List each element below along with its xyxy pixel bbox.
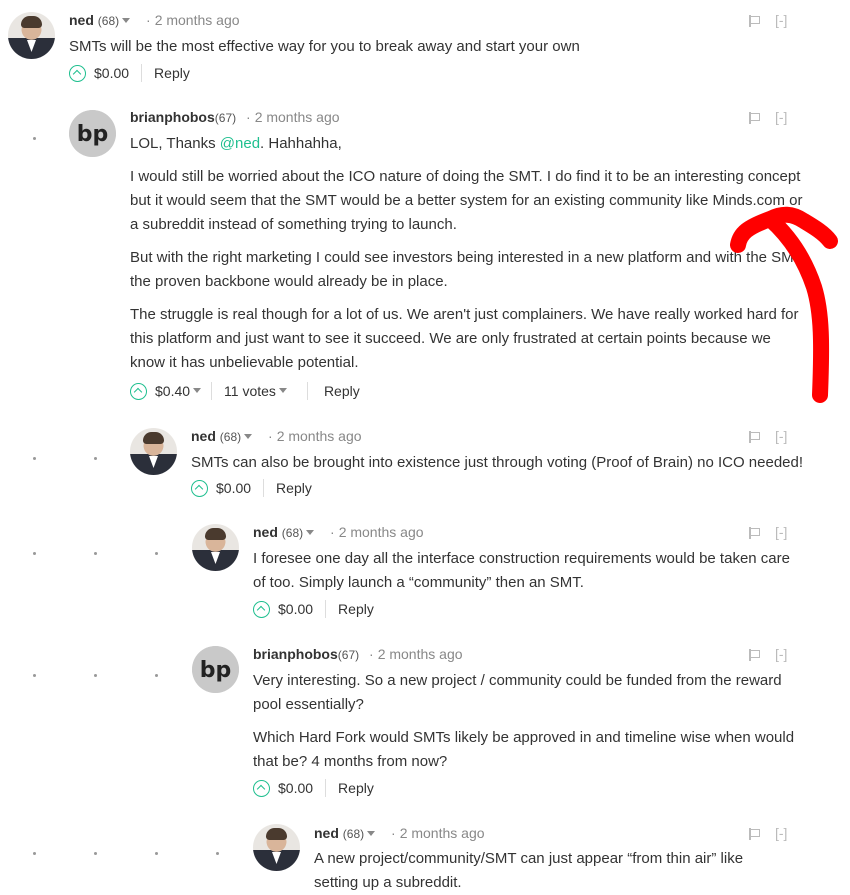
author-link[interactable]: ned [69,12,94,28]
timestamp[interactable]: 2 months ago [378,646,463,662]
author-link[interactable]: ned [191,428,216,444]
comment-paragraph: I would still be worried about the ICO n… [130,168,803,233]
upvote-icon[interactable] [130,382,147,400]
reply-link[interactable]: Reply [338,601,374,617]
comment-paragraph: Which Hard Fork would SMTs likely be app… [253,729,795,770]
reputation: (68) [97,14,120,28]
flag-icon[interactable] [749,828,760,841]
comment-paragraph: Very interesting. So a new project / com… [253,672,782,713]
comment-paragraph: The struggle is real though for a lot of… [130,306,799,371]
flag-icon[interactable] [749,431,760,444]
timestamp[interactable]: 2 months ago [255,109,340,125]
upvote-icon[interactable] [253,779,270,797]
flag-icon[interactable] [749,112,760,125]
reputation: (67) [337,648,360,662]
caret-down-icon[interactable] [193,387,202,393]
svg-text:bp: bp [200,658,232,683]
author-link[interactable]: brianphobos [130,109,215,125]
author-link[interactable]: brianphobos [253,646,338,662]
collapse-button[interactable]: [-] [775,428,787,444]
caret-down-icon[interactable] [278,387,287,393]
comment-body: A new project/community/SMT can just app… [314,850,744,891]
flag-icon[interactable] [749,15,760,28]
timestamp[interactable]: 2 months ago [339,524,424,540]
reply-link[interactable]: Reply [338,780,374,796]
votes-count[interactable]: 11 votes [224,383,276,399]
avatar[interactable] [130,428,177,475]
reply-link[interactable]: Reply [324,383,360,399]
caret-down-icon[interactable] [122,17,131,23]
comment-body: I foresee one day all the interface cons… [253,550,790,591]
reply-link[interactable]: Reply [276,480,312,496]
avatar[interactable]: bp [192,646,239,693]
collapse-button[interactable]: [-] [775,524,787,540]
comment-body: SMTs can also be brought into existence … [191,454,804,471]
comment-brianphobos-2: bp brianphobos(67) · 2 months ago [-] Ver… [192,644,850,804]
comment-ned-2: ned (68) · 2 months ago [-] SMTs can also… [130,426,850,506]
collapse-button[interactable]: [-] [775,109,787,125]
avatar[interactable] [253,824,300,871]
collapse-button[interactable]: [-] [775,12,787,28]
flag-icon[interactable] [749,649,760,662]
timestamp[interactable]: 2 months ago [277,428,362,444]
comment-ned-3: ned (68) · 2 months ago [-] I foresee one… [192,522,850,622]
avatar[interactable]: bp [69,110,116,157]
caret-down-icon[interactable] [367,830,376,836]
payout[interactable]: $0.00 [278,601,313,617]
comment-ned-1: ned (68) · 2 months ago [-] SMTs will be … [8,10,850,90]
reply-link[interactable]: Reply [154,65,190,81]
payout[interactable]: $0.40 [155,383,190,399]
flag-icon[interactable] [749,527,760,540]
upvote-icon[interactable] [253,600,270,618]
reputation: (68) [219,430,242,444]
reputation: (68) [281,526,304,540]
avatar[interactable] [192,524,239,571]
reputation: (68) [342,827,365,841]
author-link[interactable]: ned [314,825,339,841]
comment-paragraph: But with the right marketing I could see… [130,249,803,290]
collapse-button[interactable]: [-] [775,646,787,662]
red-annotation-arrow [730,206,838,403]
timestamp[interactable]: 2 months ago [155,12,240,28]
comment-body: SMTs will be the most effective way for … [69,38,580,55]
avatar[interactable] [8,12,55,59]
payout[interactable]: $0.00 [216,480,251,496]
reputation: (67) [214,111,237,125]
payout[interactable]: $0.00 [278,780,313,796]
upvote-icon[interactable] [69,64,86,82]
comment-ned-4: ned (68) · 2 months ago [-] A new project… [253,823,850,895]
caret-down-icon[interactable] [244,433,253,439]
mention-link[interactable]: @ned [220,135,260,152]
author-link[interactable]: ned [253,524,278,540]
payout[interactable]: $0.00 [94,65,129,81]
comment-body-line: LOL, Thanks @ned. Hahhahha, [130,135,342,152]
upvote-icon[interactable] [191,479,208,497]
timestamp[interactable]: 2 months ago [400,825,485,841]
svg-text:bp: bp [77,122,109,147]
caret-down-icon[interactable] [306,529,315,535]
collapse-button[interactable]: [-] [775,825,787,841]
